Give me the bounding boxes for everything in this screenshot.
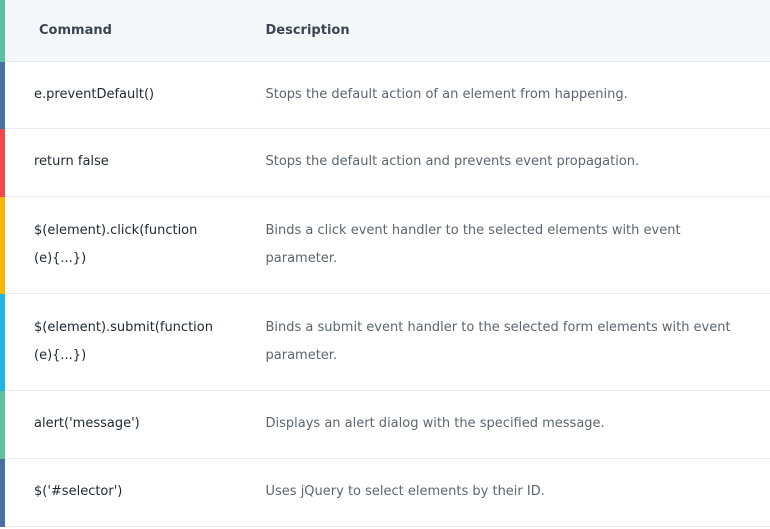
description-cell: Uses jQuery to select elements by their … [265, 484, 545, 499]
table-row: alert('message') Displays an alert dialo… [0, 390, 770, 458]
header-row: Command Description [0, 0, 770, 61]
table-body: e.preventDefault() Stops the default act… [0, 61, 770, 526]
table-row: $(element).submit(function(e){...}) Bind… [0, 293, 770, 390]
commands-table: Command Description e.preventDefault() S… [0, 0, 770, 527]
table-row: $('#selector') Uses jQuery to select ele… [0, 458, 770, 526]
command-cell: e.preventDefault() [0, 61, 239, 128]
description-cell: Stops the default action of an element f… [265, 86, 628, 102]
table-row: e.preventDefault() Stops the default act… [0, 61, 770, 128]
table-row: return false Stops the default action an… [0, 128, 770, 196]
command-cell: $(element).click(function(e){...}) [0, 196, 239, 293]
command-cell: alert('message') [0, 390, 239, 458]
description-cell: Displays an alert dialog with the specif… [265, 416, 605, 431]
description-cell: Binds a click event handler to the selec… [265, 222, 681, 266]
column-header-description: Description [265, 22, 350, 38]
table-row: $(element).click(function(e){...}) Binds… [0, 196, 770, 293]
command-cell: return false [0, 128, 239, 196]
command-cell: $(element).submit(function(e){...}) [0, 293, 239, 390]
table-header: Command Description [0, 0, 770, 61]
description-cell: Binds a submit event handler to the sele… [265, 319, 731, 363]
column-header-command: Command [0, 0, 239, 61]
description-cell: Stops the default action and prevents ev… [265, 154, 640, 169]
command-cell: $('#selector') [0, 458, 239, 526]
